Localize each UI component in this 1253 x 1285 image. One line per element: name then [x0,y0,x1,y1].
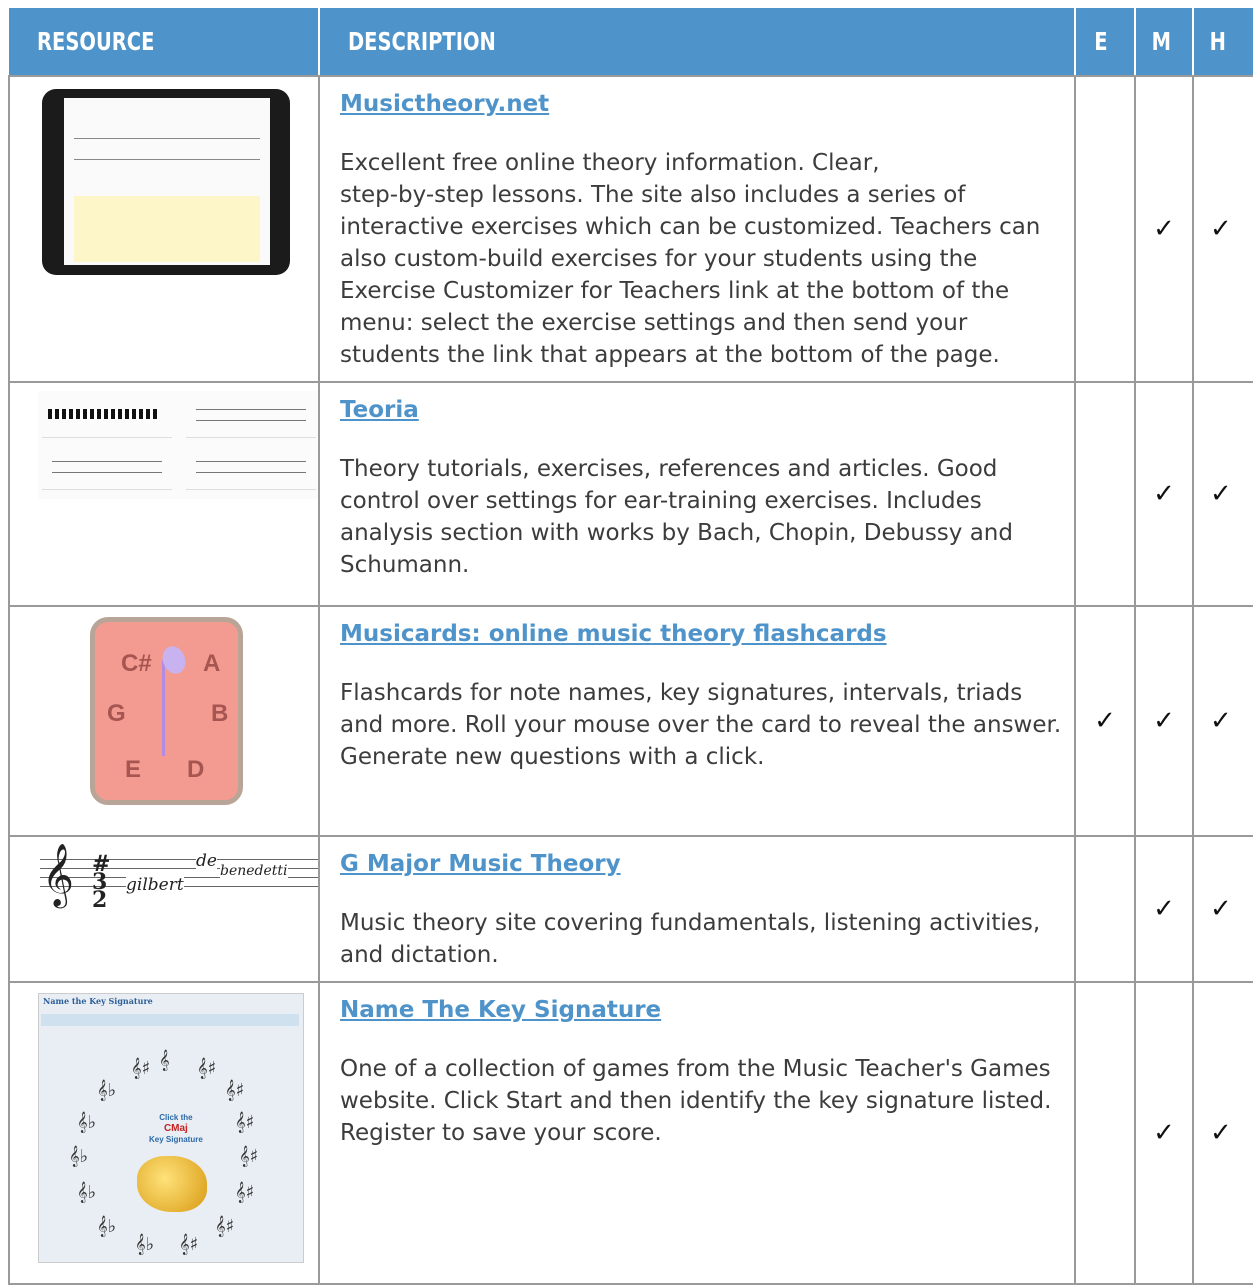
description-text: Excellent free online theory information… [340,150,1041,368]
high-mark: ✓ [1192,605,1253,837]
middle-mark: ✓ [1134,381,1194,607]
table-row: C# A G B E D Musicards: online music the… [8,605,1253,837]
resource-link[interactable]: Name The Key Signature [340,997,1066,1023]
header-m: M [1135,8,1194,77]
resource-thumbnail-cell: 𝄞 #3 2 gilbert de benedetti [8,835,320,983]
description-cell: Name The Key Signature One of a collecti… [318,981,1076,1285]
header-h: H [1193,8,1253,77]
ipad-image [42,89,290,275]
high-mark: ✓ [1192,835,1253,983]
middle-mark: ✓ [1134,75,1194,383]
resource-link[interactable]: Musicards: online music theory flashcard… [340,621,1066,647]
resource-link[interactable]: G Major Music Theory [340,851,1066,877]
description-text: Music theory site covering fundamentals,… [340,910,1041,968]
resource-link[interactable]: Teoria [340,397,1066,423]
elementary-mark [1074,75,1136,383]
header-resource: RESOURCE [9,8,320,77]
high-mark: ✓ [1192,381,1253,607]
musictheory-thumbnail [10,77,318,372]
description-cell: G Major Music Theory Music theory site c… [318,835,1076,983]
description-text: Flashcards for note names, key signature… [340,680,1062,770]
resource-thumbnail-cell: Name the Key Signature 𝄞♯ 𝄞 𝄞♯ 𝄞♭ 𝄞♯ 𝄞♭ … [8,981,320,1285]
resource-link[interactable]: Musictheory.net [340,91,1066,117]
description-cell: Teoria Theory tutorials, exercises, refe… [318,381,1076,607]
table-row: Teoria Theory tutorials, exercises, refe… [8,381,1253,607]
keysig-game-image: Name the Key Signature 𝄞♯ 𝄞 𝄞♯ 𝄞♭ 𝄞♯ 𝄞♭ … [38,993,304,1263]
high-mark: ✓ [1192,75,1253,383]
description-cell: Musicards: online music theory flashcard… [318,605,1076,837]
table-row: Name the Key Signature 𝄞♯ 𝄞 𝄞♯ 𝄞♭ 𝄞♯ 𝄞♭ … [8,981,1253,1285]
header-e: E [1075,8,1136,77]
resource-table: RESOURCE DESCRIPTION E M H Musictheory.n… [8,8,1253,1285]
table-row: 𝄞 #3 2 gilbert de benedetti G Major Music… [8,835,1253,983]
high-mark: ✓ [1192,981,1253,1285]
description-text: One of a collection of games from the Mu… [340,1056,1052,1146]
middle-mark: ✓ [1134,835,1194,983]
resource-thumbnail-cell [8,75,320,383]
table-row: Musictheory.net Excellent free online th… [8,75,1253,383]
flashcard-image: C# A G B E D [90,617,243,805]
elementary-mark [1074,981,1136,1285]
gmajor-thumbnail: 𝄞 #3 2 gilbert de benedetti [10,837,318,981]
staff-logo-image: 𝄞 #3 2 gilbert de benedetti [40,843,318,911]
musicards-thumbnail: C# A G B E D [10,607,318,835]
resource-thumbnail-cell [8,381,320,607]
elementary-mark: ✓ [1074,605,1136,837]
keysig-thumbnail: Name the Key Signature 𝄞♯ 𝄞 𝄞♯ 𝄞♭ 𝄞♯ 𝄞♭ … [10,983,318,1283]
description-cell: Musictheory.net Excellent free online th… [318,75,1076,383]
description-text: Theory tutorials, exercises, references … [340,456,1013,578]
header-description: DESCRIPTION [319,8,1076,77]
header-row: RESOURCE DESCRIPTION E M H [9,8,1253,77]
middle-mark: ✓ [1134,605,1194,837]
resource-thumbnail-cell: C# A G B E D [8,605,320,837]
teoria-thumbnail [10,383,318,605]
elementary-mark [1074,835,1136,983]
middle-mark: ✓ [1134,981,1194,1285]
elementary-mark [1074,381,1136,607]
